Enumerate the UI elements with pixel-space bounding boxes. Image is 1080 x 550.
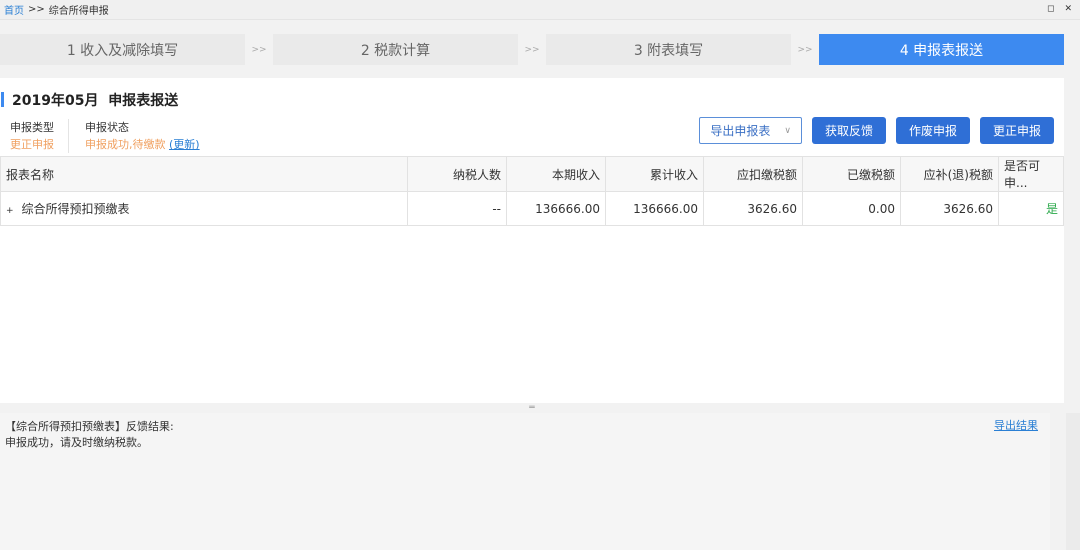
feedback-line: 【综合所得预扣预缴表】反馈结果: <box>5 420 174 433</box>
step-sep: >> <box>524 44 540 55</box>
cell: 是 <box>998 191 1064 226</box>
cell: 3626.60 <box>703 191 803 226</box>
col-header[interactable]: 纳税人数 <box>407 156 507 192</box>
export-select-label: 导出申报表 <box>710 124 771 138</box>
get-feedback-button[interactable]: 获取反馈 <box>811 117 886 144</box>
cell: -- <box>407 191 507 226</box>
step-bar: 1 收入及减除填写 >> 2 税款计算 >> 3 附表填写 >> 4 申报表报送 <box>0 34 1064 65</box>
col-header[interactable]: 本期收入 <box>506 156 606 192</box>
breadcrumb-current: 综合所得申报 <box>48 6 109 17</box>
step-sep: >> <box>797 44 813 55</box>
col-header[interactable]: 应扣缴税额 <box>703 156 803 192</box>
feedback-line: 申报成功，请及时缴纳税款。 <box>5 436 148 449</box>
page-title: 2019年05月 申报表报送 <box>0 90 178 110</box>
correct-report-button[interactable]: 更正申报 <box>979 117 1054 144</box>
report-name: 综合所得预扣预缴表 <box>21 202 130 216</box>
status-label: 申报状态 <box>85 121 129 134</box>
breadcrumb-home[interactable]: 首页 <box>4 2 24 17</box>
col-header[interactable]: 应补(退)税额 <box>900 156 999 192</box>
splitter-handle[interactable]: ═ <box>0 403 1064 413</box>
restore-icon[interactable]: ◻ <box>1047 4 1054 14</box>
step-3[interactable]: 3 附表填写 <box>546 34 791 65</box>
void-report-button[interactable]: 作废申报 <box>895 117 970 144</box>
col-header[interactable]: 已缴税额 <box>802 156 901 192</box>
export-result-link[interactable]: 导出结果 <box>994 418 1038 434</box>
report-panel: 2019年05月 申报表报送 申报类型 更正申报 申报状态 申报成功,待缴款 (更新… <box>0 78 1064 403</box>
close-icon[interactable]: ✕ <box>1064 4 1072 14</box>
col-header[interactable]: 累计收入 <box>605 156 704 192</box>
feedback-panel: 【综合所得预扣预缴表】反馈结果: 申报成功，请及时缴纳税款。 导出结果 <box>0 413 1050 550</box>
status-value: 申报成功,待缴款 <box>85 138 166 151</box>
export-report-select[interactable]: 导出申报表 ∨ <box>699 117 802 144</box>
refresh-link[interactable]: (更新) <box>169 138 200 151</box>
table-row[interactable]: + 综合所得预扣预缴表 -- 136666.00 136666.00 3626.6… <box>0 191 1064 226</box>
cell: 136666.00 <box>605 191 704 226</box>
step-4[interactable]: 4 申报表报送 <box>819 34 1064 65</box>
breadcrumb: 首页 >> 综合所得申报 <box>0 0 1080 20</box>
scrollbar[interactable] <box>1066 413 1080 550</box>
chevron-down-icon: ∨ <box>784 125 791 136</box>
type-label: 申报类型 <box>10 121 54 134</box>
table-header: 报表名称 纳税人数 本期收入 累计收入 应扣缴税额 已缴税额 应补(退)税额 是… <box>0 156 1064 192</box>
cell: 0.00 <box>802 191 901 226</box>
cell: 136666.00 <box>506 191 606 226</box>
breadcrumb-sep: >> <box>28 4 45 15</box>
col-header[interactable]: 报表名称 <box>0 156 408 192</box>
step-sep: >> <box>251 44 267 55</box>
step-1[interactable]: 1 收入及减除填写 <box>0 34 245 65</box>
expand-icon[interactable]: + <box>6 206 14 216</box>
type-value: 更正申报 <box>10 138 54 151</box>
col-header[interactable]: 是否可申... <box>998 156 1064 192</box>
cell: 3626.60 <box>900 191 999 226</box>
step-2[interactable]: 2 税款计算 <box>273 34 518 65</box>
report-table: 报表名称 纳税人数 本期收入 累计收入 应扣缴税额 已缴税额 应补(退)税额 是… <box>0 156 1064 226</box>
